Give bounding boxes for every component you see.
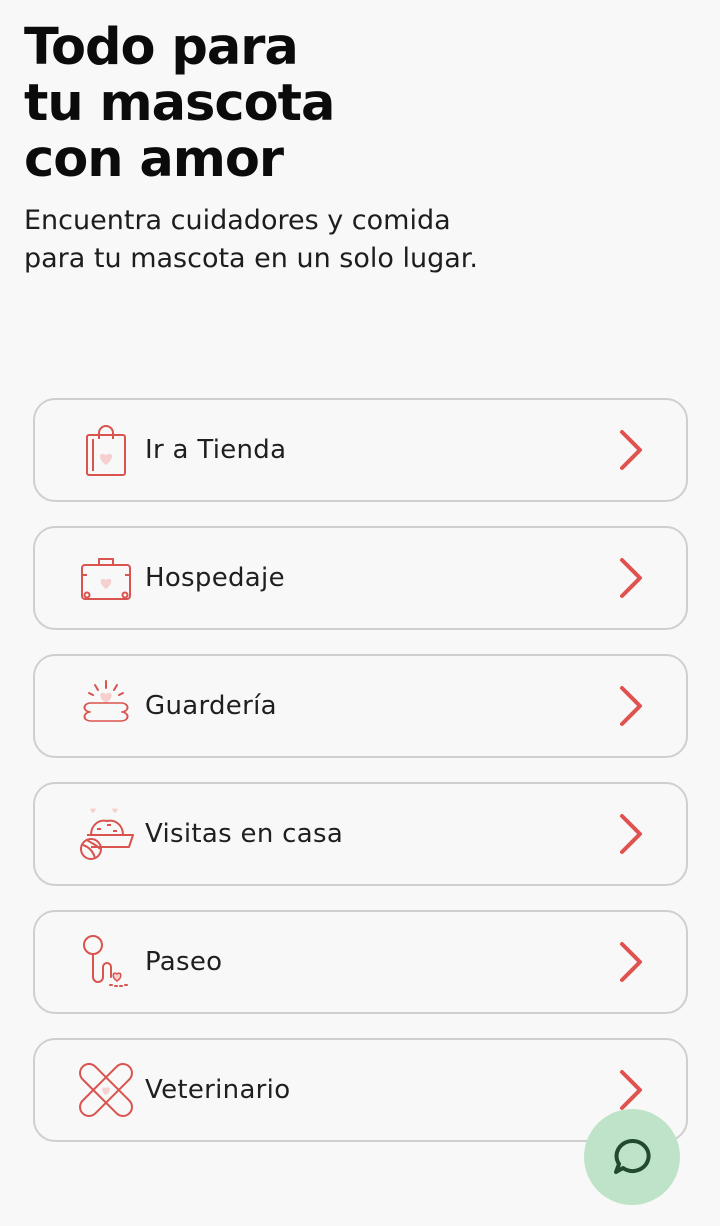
suitcase-icon	[77, 549, 135, 607]
menu-item-paseo[interactable]: Paseo	[33, 910, 688, 1014]
menu-item-tienda[interactable]: Ir a Tienda	[33, 398, 688, 502]
menu-item-guarderia[interactable]: Guardería	[33, 654, 688, 758]
menu-item-label: Visitas en casa	[145, 819, 344, 849]
menu-item-visitas[interactable]: Visitas en casa	[33, 782, 688, 886]
page-subtitle: Encuentra cuidadores y comida para tu ma…	[24, 205, 478, 274]
menu-item-label: Guardería	[145, 691, 277, 721]
chat-button[interactable]	[584, 1109, 680, 1205]
chevron-right-icon	[616, 1068, 646, 1112]
hero-section: Todo para tu mascota con amor Encuentra …	[24, 20, 584, 278]
chevron-right-icon	[616, 940, 646, 984]
bandage-icon	[77, 1061, 135, 1119]
menu-item-label: Hospedaje	[145, 563, 285, 593]
menu-item-label: Veterinario	[145, 1075, 291, 1105]
page-title-line-2: tu mascota	[24, 74, 335, 133]
pet-bowl-icon	[77, 805, 135, 863]
bone-icon	[77, 677, 135, 735]
chat-bubble-icon	[610, 1135, 654, 1179]
menu-item-veterinario[interactable]: Veterinario	[33, 1038, 688, 1142]
leash-icon	[77, 933, 135, 991]
services-menu: Ir a Tienda Hospedaje Guardería Visitas …	[33, 398, 688, 1166]
menu-item-hospedaje[interactable]: Hospedaje	[33, 526, 688, 630]
shopping-bag-icon	[77, 421, 135, 479]
chevron-right-icon	[616, 812, 646, 856]
menu-item-label: Paseo	[145, 947, 223, 977]
page-title-line-3: con amor	[24, 130, 284, 189]
chevron-right-icon	[616, 556, 646, 600]
chevron-right-icon	[616, 684, 646, 728]
menu-item-label: Ir a Tienda	[145, 435, 287, 465]
page-title-line-1: Todo para	[24, 18, 299, 77]
chevron-right-icon	[616, 428, 646, 472]
page-title: Todo para tu mascota con amor	[24, 20, 584, 188]
